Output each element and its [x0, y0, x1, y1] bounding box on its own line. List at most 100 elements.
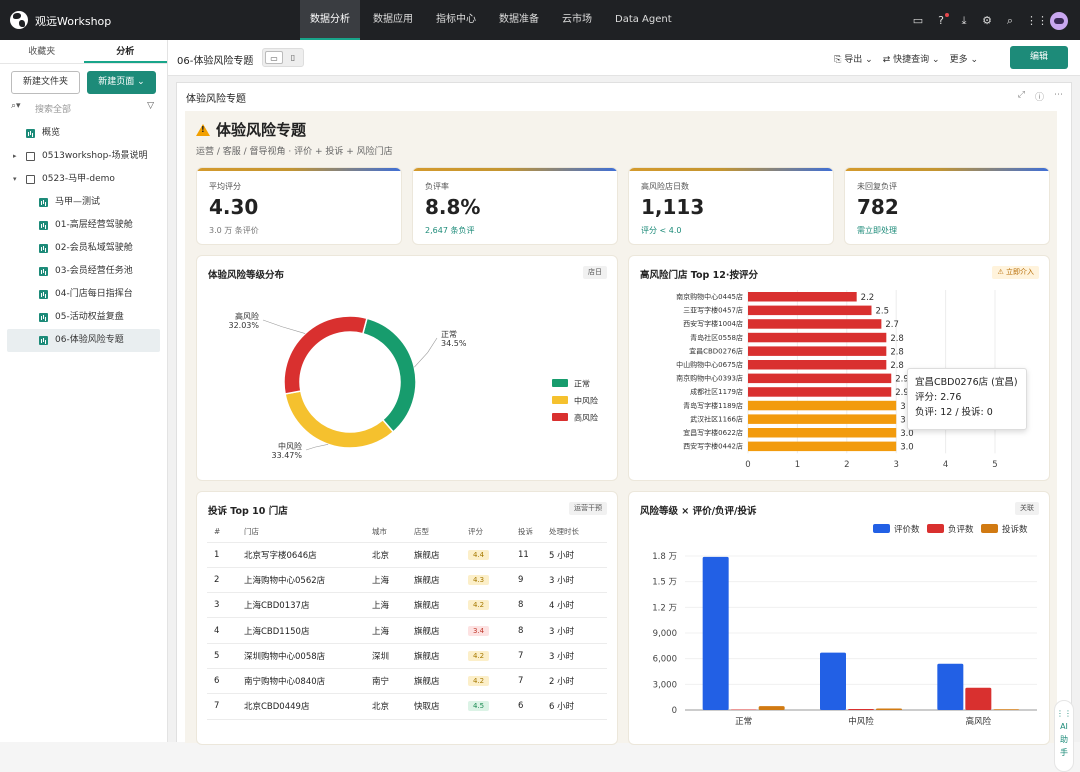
table-row[interactable]: 5 深圳购物中心0058店 深圳 旗舰店 4.2 7 3 小时	[207, 643, 607, 669]
desktop-view-icon[interactable]: ▭	[265, 51, 283, 64]
sidebar-tree-item[interactable]: 04-门店每日指挥台	[0, 283, 167, 306]
search-input[interactable]: 搜索全部	[35, 102, 71, 115]
bar	[748, 360, 887, 370]
help-icon[interactable]: ?	[934, 13, 949, 28]
sidebar-tree-item[interactable]: 05-活动权益复盘	[0, 306, 167, 329]
kpi-card-avg-score[interactable]: 平均评分 4.30 3.0 万 条评价	[196, 167, 402, 245]
new-page-button[interactable]: 新建页面 ⌄	[87, 71, 156, 94]
kpi-sub: 2,647 条负评	[425, 226, 475, 235]
ai-assistant-button[interactable]: ⋮⋮ AI 助 手	[1054, 700, 1074, 772]
filter-icon[interactable]: ▽	[147, 101, 154, 111]
more-icon[interactable]: ⋯	[1054, 90, 1063, 103]
bar-card-title: 高风险门店 Top 12·按评分	[640, 270, 758, 281]
gear-icon[interactable]: ⚙	[980, 14, 994, 28]
y-category-label: 南京购物中心0445店	[676, 292, 743, 301]
table-row[interactable]: 4 上海CBD1150店 上海 旗舰店 3.4 8 3 小时	[207, 617, 607, 644]
table-header-cell: 店型	[407, 522, 461, 543]
y-category-label: 青岛写字楼1189店	[683, 401, 743, 410]
nav-cloud-market[interactable]: 云市场	[552, 0, 602, 40]
screen-share-icon[interactable]: ▭	[911, 14, 925, 28]
quick-query-label: 快捷查询	[893, 55, 930, 65]
table-cell: 4.3	[461, 567, 511, 594]
sidebar-search[interactable]: ⌕▾ 搜索全部 ▽	[11, 100, 156, 116]
header-actions: ⎘ 导出 ⌄ ⇄ 快捷查询 ⌄ 更多 ⌄	[824, 52, 978, 65]
table-row[interactable]: 1 北京写字楼0646店 北京 旗舰店 4.4 11 5 小时	[207, 542, 607, 568]
table-cell: 旗舰店	[407, 592, 461, 619]
main-area: 06-体验风险专题 ▭ ▯ ⎘ 导出 ⌄ ⇄ 快捷查询 ⌄ 更多 ⌄ 编辑 体验…	[168, 40, 1080, 772]
bar	[748, 332, 887, 343]
table-header-cell: 门店	[237, 522, 365, 543]
table-row[interactable]: 6 南宁购物中心0840店 南宁 旗舰店 4.2 7 2 小时	[207, 668, 607, 695]
sidebar-tree-item[interactable]: ▾ 0523-马甲-demo	[0, 168, 167, 191]
sidebar-tree-item[interactable]: 06-体验风险专题	[7, 329, 160, 352]
x-tick-label: 3	[893, 460, 898, 470]
export-button[interactable]: ⎘ 导出 ⌄	[834, 52, 873, 65]
legend-label: 负评数	[948, 524, 974, 535]
table-row[interactable]: 7 北京CBD0449店 北京 快取店 4.5 6 6 小时	[207, 693, 607, 720]
kpi-card-negative-rate[interactable]: 负评率 8.8% 2,647 条负评	[412, 167, 618, 245]
caret-down-icon[interactable]: ▾	[13, 168, 17, 191]
y-tick-label: 9,000	[653, 629, 677, 639]
table-cell: 9	[511, 567, 542, 594]
sidebar-tree-label: 05-活动权益复盘	[55, 312, 124, 322]
top-icons: ▭ ? ⤓ ⚙ ⌕ ⋮⋮	[902, 12, 1068, 30]
table-cell: 上海购物中心0562店	[237, 567, 365, 594]
sidebar-tree-item[interactable]: ▸ 0513workshop-场景说明	[0, 145, 167, 168]
kpi-accent-bar	[197, 168, 401, 171]
nav-data-analysis[interactable]: 数据分析	[300, 0, 360, 40]
fullscreen-icon[interactable]: ⤢	[1018, 90, 1025, 103]
mobile-view-icon[interactable]: ▯	[284, 51, 302, 64]
sidebar-tree-item[interactable]: 马甲—测试	[0, 191, 167, 214]
sidebar-tree-label: 06-体验风险专题	[55, 335, 124, 345]
tab-analysis[interactable]: 分析	[83, 40, 167, 63]
brand-name: 观远Workshop	[35, 15, 112, 28]
y-category-label: 中山购物中心0675店	[676, 360, 743, 369]
caret-right-icon[interactable]: ▸	[13, 145, 17, 168]
table-row[interactable]: 2 上海购物中心0562店 上海 旗舰店 4.3 9 3 小时	[207, 567, 607, 594]
sidebar-tree-item[interactable]: 03-会员经营任务池	[0, 260, 167, 283]
nav-metrics-center[interactable]: 指标中心	[426, 0, 486, 40]
new-folder-button[interactable]: 新建文件夹	[11, 71, 80, 94]
search-icon: ⌕▾	[11, 101, 21, 111]
download-icon[interactable]: ⤓	[957, 14, 971, 28]
quick-query-button[interactable]: ⇄ 快捷查询 ⌄	[883, 52, 940, 65]
nav-data-agent[interactable]: Data Agent	[605, 0, 682, 40]
bar-card-tag: ⚠ 立即介入	[992, 266, 1039, 279]
table-row[interactable]: 3 上海CBD0137店 上海 旗舰店 4.2 8 4 小时	[207, 592, 607, 619]
table-cell: 4.2	[461, 643, 511, 669]
edit-button[interactable]: 编辑	[1010, 46, 1068, 69]
nav-data-prep[interactable]: 数据准备	[489, 0, 549, 40]
score-badge: 4.2	[468, 600, 490, 611]
grouped-bar-chart: 0 3,000 6,000 9,000 1.2 万 1.5 万 1.8 万正常 中风险 高风险 评…	[652, 524, 1037, 727]
panel-title: 体验风险专题	[186, 94, 246, 105]
sidebar-tree-item[interactable]: 01-高层经营驾驶舱	[0, 214, 167, 237]
table-cell: 5	[207, 643, 237, 669]
tab-favorites[interactable]: 收藏夹	[0, 40, 84, 63]
search-icon[interactable]: ⌕	[1003, 14, 1017, 28]
legend-swatch	[927, 524, 944, 533]
ai-label: 手	[1060, 748, 1068, 757]
grid-apps-icon[interactable]: ⋮⋮	[1026, 14, 1048, 28]
chart-page-icon	[39, 290, 48, 299]
kpi-sub: 3.0 万 条评价	[209, 226, 259, 235]
kpi-label: 负评率	[425, 182, 449, 191]
table-header-cell: 处理时长	[542, 522, 607, 543]
nav-data-apps[interactable]: 数据应用	[363, 0, 423, 40]
donut-chart: 正常34.5%中风险33.47%高风险32.03%正常中风险高风险	[228, 311, 598, 460]
bar	[748, 441, 897, 452]
sidebar-tree-item[interactable]: 概览	[0, 122, 167, 145]
dashboard-title-text: 体验风险专题	[216, 121, 307, 139]
kpi-card-unreplied[interactable]: 未回复负评 782 需立即处理	[844, 167, 1050, 245]
main-nav: 数据分析 数据应用 指标中心 数据准备 云市场 Data Agent	[300, 0, 685, 40]
donut-slice-name: 高风险	[235, 311, 259, 321]
table-cell: 5 小时	[542, 542, 607, 568]
sidebar-tree-item[interactable]: 02-会员私域驾驶舱	[0, 237, 167, 260]
more-button[interactable]: 更多 ⌄	[950, 52, 978, 65]
table-cell: 上海	[365, 567, 407, 594]
info-icon[interactable]: ⓘ	[1035, 90, 1044, 103]
donut-slice-value: 32.03%	[228, 321, 259, 330]
kpi-card-high-risk-days[interactable]: 高风险店日数 1,113 评分 < 4.0	[628, 167, 834, 245]
y-category-label: 宜昌写字楼0622店	[683, 428, 743, 437]
avatar[interactable]	[1050, 12, 1068, 30]
kpi-value: 4.30	[209, 195, 259, 219]
